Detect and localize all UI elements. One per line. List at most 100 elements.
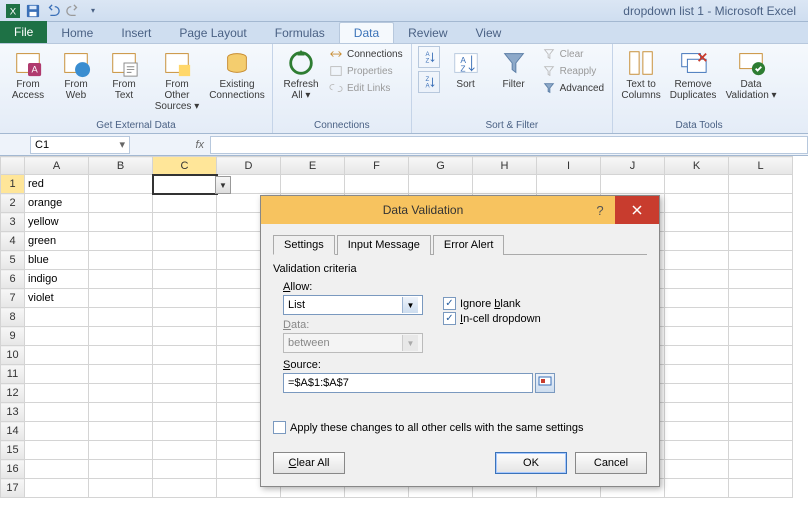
- qat-customize-icon[interactable]: ▾: [84, 2, 102, 20]
- dialog-help-button[interactable]: ?: [585, 196, 615, 224]
- advanced-filter-button[interactable]: Advanced: [540, 80, 606, 96]
- cell[interactable]: [665, 346, 729, 365]
- save-icon[interactable]: [24, 2, 42, 20]
- cell[interactable]: [729, 365, 793, 384]
- cell[interactable]: [25, 384, 89, 403]
- cell[interactable]: [665, 460, 729, 479]
- row-header[interactable]: 8: [1, 308, 25, 327]
- cell[interactable]: [665, 289, 729, 308]
- cell[interactable]: [665, 384, 729, 403]
- fx-label[interactable]: fx: [130, 139, 210, 151]
- refresh-all-button[interactable]: RefreshAll ▾: [279, 46, 323, 103]
- ignore-blank-checkbox[interactable]: ✓Ignore blank: [443, 297, 541, 310]
- source-input[interactable]: =$A$1:$A$7: [283, 373, 533, 393]
- row-header[interactable]: 14: [1, 422, 25, 441]
- cell[interactable]: indigo: [25, 270, 89, 289]
- tab-home[interactable]: Home: [47, 23, 107, 43]
- row-header[interactable]: 9: [1, 327, 25, 346]
- cell[interactable]: [729, 289, 793, 308]
- name-box-dropdown-icon[interactable]: ▾: [119, 138, 125, 151]
- column-header[interactable]: L: [729, 157, 793, 175]
- cell[interactable]: [601, 175, 665, 194]
- cell[interactable]: [89, 479, 153, 498]
- column-header[interactable]: E: [281, 157, 345, 175]
- cell[interactable]: [665, 441, 729, 460]
- sort-asc-button[interactable]: AZ: [418, 46, 440, 68]
- cell[interactable]: [473, 175, 537, 194]
- cell[interactable]: [665, 403, 729, 422]
- column-header[interactable]: F: [345, 157, 409, 175]
- cell[interactable]: [729, 422, 793, 441]
- column-header[interactable]: A: [25, 157, 89, 175]
- cell[interactable]: yellow: [25, 213, 89, 232]
- row-header[interactable]: 2: [1, 194, 25, 213]
- cell[interactable]: [25, 441, 89, 460]
- cell[interactable]: orange: [25, 194, 89, 213]
- allow-combo[interactable]: List▼: [283, 295, 423, 315]
- cell[interactable]: [665, 365, 729, 384]
- sort-desc-button[interactable]: ZA: [418, 71, 440, 93]
- tab-data[interactable]: Data: [339, 22, 394, 43]
- cell[interactable]: [281, 175, 345, 194]
- tab-formulas[interactable]: Formulas: [261, 23, 339, 43]
- cell[interactable]: [665, 479, 729, 498]
- from-access-button[interactable]: AFromAccess: [6, 46, 50, 103]
- cell[interactable]: [153, 232, 217, 251]
- cell[interactable]: [25, 422, 89, 441]
- cell[interactable]: [153, 403, 217, 422]
- cell[interactable]: [153, 289, 217, 308]
- dialog-tab-input-message[interactable]: Input Message: [337, 235, 431, 255]
- cell[interactable]: [89, 194, 153, 213]
- cell[interactable]: [153, 441, 217, 460]
- column-header[interactable]: C: [153, 157, 217, 175]
- column-header[interactable]: B: [89, 157, 153, 175]
- cell[interactable]: [89, 232, 153, 251]
- remove-duplicates-button[interactable]: RemoveDuplicates: [667, 46, 719, 103]
- existing-connections-button[interactable]: ExistingConnections: [208, 46, 266, 103]
- row-header[interactable]: 1: [1, 175, 25, 194]
- cell[interactable]: [729, 403, 793, 422]
- cell[interactable]: green: [25, 232, 89, 251]
- cell[interactable]: [729, 384, 793, 403]
- row-header[interactable]: 5: [1, 251, 25, 270]
- from-web-button[interactable]: FromWeb: [54, 46, 98, 103]
- cell[interactable]: [729, 479, 793, 498]
- cell[interactable]: [153, 251, 217, 270]
- name-box[interactable]: C1▾: [30, 136, 130, 154]
- cell[interactable]: [153, 365, 217, 384]
- cell[interactable]: [89, 346, 153, 365]
- cell[interactable]: [89, 441, 153, 460]
- row-header[interactable]: 17: [1, 479, 25, 498]
- cell[interactable]: [89, 251, 153, 270]
- cell[interactable]: [89, 289, 153, 308]
- dialog-close-button[interactable]: [615, 196, 659, 224]
- cell[interactable]: [729, 194, 793, 213]
- data-validation-button[interactable]: DataValidation ▾: [723, 46, 779, 103]
- cell[interactable]: [665, 308, 729, 327]
- cell[interactable]: blue: [25, 251, 89, 270]
- column-header[interactable]: G: [409, 157, 473, 175]
- cell[interactable]: [665, 194, 729, 213]
- cell[interactable]: [153, 175, 217, 194]
- row-header[interactable]: 12: [1, 384, 25, 403]
- cell[interactable]: [153, 213, 217, 232]
- cell[interactable]: [25, 365, 89, 384]
- column-header[interactable]: K: [665, 157, 729, 175]
- cell[interactable]: [665, 422, 729, 441]
- cell[interactable]: [89, 460, 153, 479]
- cell[interactable]: [89, 213, 153, 232]
- cell[interactable]: [665, 270, 729, 289]
- cell[interactable]: [153, 346, 217, 365]
- text-to-columns-button[interactable]: Text toColumns: [619, 46, 663, 103]
- cell[interactable]: [665, 327, 729, 346]
- cell[interactable]: [729, 327, 793, 346]
- cell[interactable]: [665, 175, 729, 194]
- apply-all-checkbox[interactable]: Apply these changes to all other cells w…: [273, 421, 647, 434]
- filter-button[interactable]: Filter: [492, 46, 536, 92]
- cell[interactable]: [89, 327, 153, 346]
- tab-file[interactable]: File: [0, 21, 47, 43]
- cell[interactable]: [153, 327, 217, 346]
- cell[interactable]: [729, 441, 793, 460]
- from-text-button[interactable]: FromText: [102, 46, 146, 103]
- column-header[interactable]: H: [473, 157, 537, 175]
